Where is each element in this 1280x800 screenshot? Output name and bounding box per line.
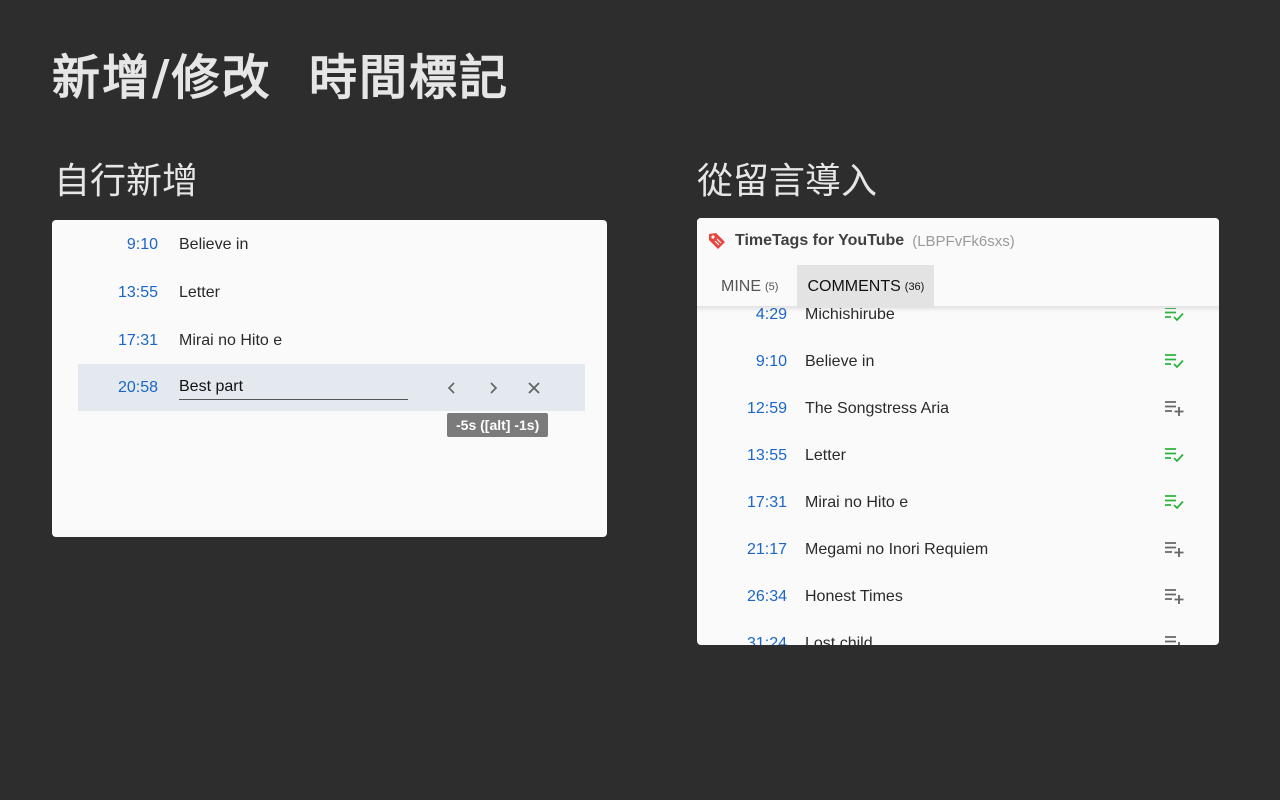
tab-count: (5) (765, 280, 779, 293)
close-icon[interactable] (521, 375, 547, 401)
playlist-add-icon[interactable] (1164, 634, 1186, 645)
playlist-added-icon[interactable] (1164, 493, 1186, 511)
tab-mine[interactable]: MINE (5) (711, 265, 788, 308)
app-name: TimeTags for YouTube (735, 232, 905, 249)
list-item[interactable]: 31:24 Lost child (697, 620, 1219, 645)
timestamp-label-input[interactable] (179, 375, 408, 400)
list-item[interactable]: 9:10 Believe in (697, 338, 1219, 385)
timestamp-row[interactable]: 9:10 Believe in (78, 221, 585, 268)
timestamp-label: Letter (805, 446, 846, 464)
manual-add-heading: 自行新增 (54, 161, 199, 202)
timestamp-time[interactable]: 17:31 (697, 494, 787, 512)
editing-timestamp-row[interactable]: 20:58 (78, 364, 585, 411)
timestamp-label: Megami no Inori Requiem (805, 540, 989, 558)
timestamp-label: Mirai no Hito e (179, 331, 283, 349)
timestamp-row[interactable]: 13:55 Letter (78, 269, 585, 316)
timestamp-time[interactable]: 13:55 (697, 447, 787, 465)
chevron-right-icon[interactable] (480, 375, 506, 401)
import-comments-heading: 從留言導入 (697, 161, 878, 202)
timestamp-time[interactable]: 9:10 (78, 236, 158, 254)
timestamp-label: Mirai no Hito e (805, 493, 909, 511)
timestamp-time[interactable]: 13:55 (78, 284, 158, 302)
import-comments-panel: 4:29 Michishirube 9:10 Believe in 12:59 … (697, 218, 1219, 645)
manual-timestamps-panel: 9:10 Believe in 13:55 Letter 17:31 Mirai… (52, 220, 607, 537)
timestamp-label: Believe in (805, 352, 875, 370)
timestamp-label: Lost child (805, 634, 873, 646)
timestamp-label: Honest Times (805, 587, 903, 605)
timestamp-time[interactable]: 12:59 (697, 400, 787, 418)
playlist-added-icon[interactable] (1164, 446, 1186, 464)
playlist-add-icon[interactable] (1164, 540, 1186, 558)
app-header: TimeTags for YouTube (LBPFvFk6sxs) (707, 230, 1015, 252)
timestamp-time[interactable]: 20:58 (78, 379, 158, 397)
timestamp-time[interactable]: 17:31 (78, 332, 158, 350)
playlist-add-icon[interactable] (1164, 399, 1186, 417)
timestamp-label: Letter (179, 283, 220, 301)
tab-label: COMMENTS (807, 277, 901, 295)
playlist-added-icon[interactable] (1164, 352, 1186, 370)
list-item[interactable]: 21:17 Megami no Inori Requiem (697, 526, 1219, 573)
chevron-left-icon[interactable] (439, 375, 465, 401)
timestamp-row[interactable]: 17:31 Mirai no Hito e (78, 317, 585, 364)
timestamp-time[interactable]: 21:17 (697, 541, 787, 559)
seek-tooltip: -5s ([alt] -1s) (447, 413, 549, 437)
video-id: (LBPFvFk6sxs) (912, 232, 1015, 250)
list-item[interactable]: 13:55 Letter (697, 432, 1219, 479)
tag-icon (709, 233, 725, 249)
list-item[interactable]: 17:31 Mirai no Hito e (697, 479, 1219, 526)
list-item[interactable]: 12:59 The Songstress Aria (697, 385, 1219, 432)
tab-count: (36) (904, 280, 925, 293)
tab-comments[interactable]: COMMENTS (36) (797, 265, 935, 308)
timestamp-label: The Songstress Aria (805, 399, 950, 417)
playlist-add-icon[interactable] (1164, 587, 1186, 605)
timestamp-time[interactable]: 9:10 (697, 353, 787, 371)
timestamp-time[interactable]: 26:34 (697, 588, 787, 606)
tab-label: MINE (721, 277, 761, 295)
timestamp-time[interactable]: 31:24 (697, 635, 787, 646)
tab-bar: MINE (5) COMMENTS (36) (711, 265, 935, 308)
timestamp-label: Believe in (179, 235, 249, 253)
page-title: 新增/修改 時間標記 (52, 50, 509, 106)
list-item[interactable]: 26:34 Honest Times (697, 573, 1219, 620)
